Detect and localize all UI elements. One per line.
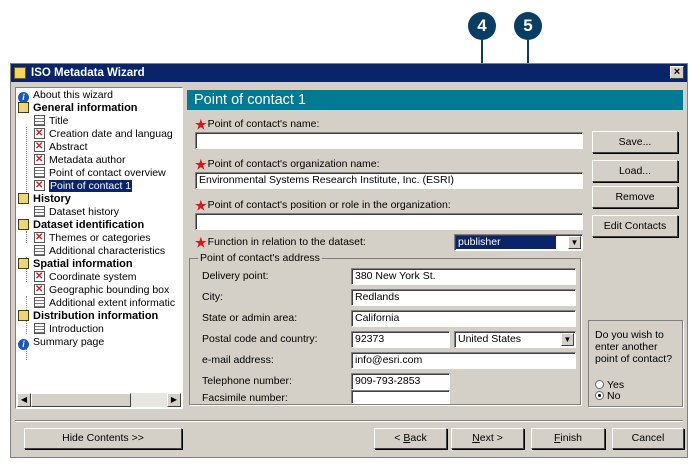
page-icon: [34, 115, 45, 126]
required-star-icon: ★: [195, 117, 207, 132]
delivery-point-input[interactable]: 380 New York St.: [351, 268, 576, 285]
tree-horizontal-scrollbar[interactable]: ◀ ▶: [17, 393, 181, 407]
window-titlebar: ISO Metadata Wizard ×: [11, 64, 687, 82]
tree-item-additional-characteristics[interactable]: Additional characteristics: [34, 245, 165, 258]
position-role-input[interactable]: [195, 213, 583, 230]
tree-item-coordinate-system[interactable]: Coordinate system: [34, 270, 137, 284]
function-label: ★Function in relation to the dataset:: [195, 235, 366, 250]
save-button[interactable]: Save...: [592, 131, 678, 153]
book-icon: [18, 310, 29, 321]
tree-section-history[interactable]: History: [18, 193, 71, 206]
remove-button[interactable]: Remove: [592, 186, 678, 208]
page-icon: [34, 323, 45, 334]
callout-4: 4: [468, 12, 496, 40]
callout-5: 5: [514, 12, 542, 40]
close-button[interactable]: ×: [670, 66, 684, 79]
address-group-title: Point of contact's address: [198, 252, 322, 264]
incomplete-page-icon: [34, 153, 45, 166]
page-title: Point of contact 1: [187, 90, 683, 110]
page-icon: [34, 245, 45, 256]
iso-metadata-wizard-window: ISO Metadata Wizard × i About this wizard…: [10, 63, 688, 458]
function-select[interactable]: publisher ▼: [454, 234, 583, 251]
scroll-left-button[interactable]: ◀: [17, 393, 31, 407]
incomplete-page-icon: [34, 140, 45, 153]
tree-section-distribution-information[interactable]: Distribution information: [18, 310, 158, 323]
country-selected-value: United States: [458, 333, 522, 345]
tree-item-point-of-contact-overview[interactable]: Point of contact overview: [34, 167, 166, 180]
book-icon: [18, 193, 29, 204]
incomplete-page-icon: [34, 179, 45, 192]
book-icon: [18, 258, 29, 269]
required-star-icon: ★: [195, 235, 207, 250]
city-label: City:: [202, 291, 223, 303]
facsimile-input[interactable]: [351, 390, 450, 404]
scroll-right-button[interactable]: ▶: [167, 393, 181, 407]
another-contact-panel: Do you wish to enter another point of co…: [588, 320, 683, 407]
country-select[interactable]: United States ▼: [454, 331, 576, 348]
email-input[interactable]: info@esri.com: [351, 352, 576, 369]
function-selected-value: publisher: [456, 236, 556, 249]
finish-button[interactable]: Finish: [531, 428, 605, 449]
book-icon: [18, 219, 29, 230]
back-button[interactable]: < Back: [374, 428, 447, 449]
contact-name-input[interactable]: [195, 132, 583, 149]
postal-country-label: Postal code and country:: [202, 333, 318, 345]
postal-code-input[interactable]: 92373: [351, 331, 450, 348]
page-icon: [34, 297, 45, 308]
organization-name-input[interactable]: Environmental Systems Research Institute…: [195, 172, 583, 189]
tree-item-point-of-contact-1[interactable]: Point of contact 1: [34, 179, 133, 193]
city-input[interactable]: Redlands: [351, 289, 576, 306]
tree-connector: [26, 127, 27, 192]
another-contact-question: Do you wish to enter another point of co…: [595, 329, 673, 365]
required-star-icon: ★: [195, 157, 207, 172]
tree-item-metadata-author[interactable]: Metadata author: [34, 153, 125, 167]
radio-no-circle: [595, 391, 604, 400]
incomplete-page-icon: [34, 283, 45, 296]
tree-item-introduction[interactable]: Introduction: [34, 323, 104, 336]
email-label: e-mail address:: [202, 354, 274, 366]
tree-section-general-information[interactable]: General information: [18, 102, 138, 115]
window-title: ISO Metadata Wizard: [31, 67, 145, 79]
tree-item-additional-extent[interactable]: Additional extent informatic: [34, 297, 175, 310]
edit-contacts-button[interactable]: Edit Contacts: [592, 215, 678, 237]
delivery-point-label: Delivery point:: [202, 270, 269, 282]
state-input[interactable]: California: [351, 310, 576, 327]
incomplete-page-icon: [34, 270, 45, 283]
tree-connector: [26, 231, 27, 243]
tree-item-geographic-bounding-box[interactable]: Geographic bounding box: [34, 283, 169, 297]
radio-no[interactable]: No: [595, 390, 620, 402]
chevron-down-icon[interactable]: ▼: [568, 236, 581, 249]
required-star-icon: ★: [195, 198, 207, 213]
next-button[interactable]: Next >: [451, 428, 524, 449]
incomplete-page-icon: [34, 127, 45, 140]
telephone-input[interactable]: 909-793-2853: [351, 373, 450, 390]
footer-separator: [15, 420, 683, 422]
tree-item-dataset-history[interactable]: Dataset history: [34, 206, 119, 219]
chevron-down-icon[interactable]: ▼: [561, 333, 574, 346]
info-icon: i: [18, 339, 29, 350]
hide-contents-button[interactable]: Hide Contents >>: [24, 428, 182, 449]
tree-item-themes-or-categories[interactable]: Themes or categories: [34, 231, 151, 245]
tree-item-creation-date[interactable]: Creation date and languag: [34, 127, 173, 141]
page-icon: [34, 206, 45, 217]
incomplete-page-icon: [34, 231, 45, 244]
state-label: State or admin area:: [202, 312, 298, 324]
position-role-label: ★Point of contact's position or role in …: [195, 198, 451, 213]
organization-name-label: ★Point of contact's organization name:: [195, 157, 380, 172]
contents-tree: i About this wizard General information T…: [15, 87, 183, 409]
page-icon: [34, 167, 45, 178]
tree-item-about-this-wizard[interactable]: i About this wizard: [18, 89, 113, 103]
contact-name-label: ★Point of contact's name:: [195, 117, 320, 132]
load-button[interactable]: Load...: [592, 160, 678, 182]
app-icon: [14, 67, 26, 79]
facsimile-label: Facsimile number:: [202, 392, 288, 404]
radio-yes-circle: [595, 380, 604, 389]
scroll-thumb[interactable]: [31, 393, 131, 407]
tree-item-summary-page[interactable]: i Summary page: [18, 336, 104, 350]
tree-connector: [26, 348, 27, 360]
book-icon: [18, 102, 29, 113]
address-group: Point of contact's address Delivery poin…: [189, 252, 581, 405]
telephone-label: Telephone number:: [202, 375, 292, 387]
cancel-button[interactable]: Cancel: [612, 428, 684, 449]
